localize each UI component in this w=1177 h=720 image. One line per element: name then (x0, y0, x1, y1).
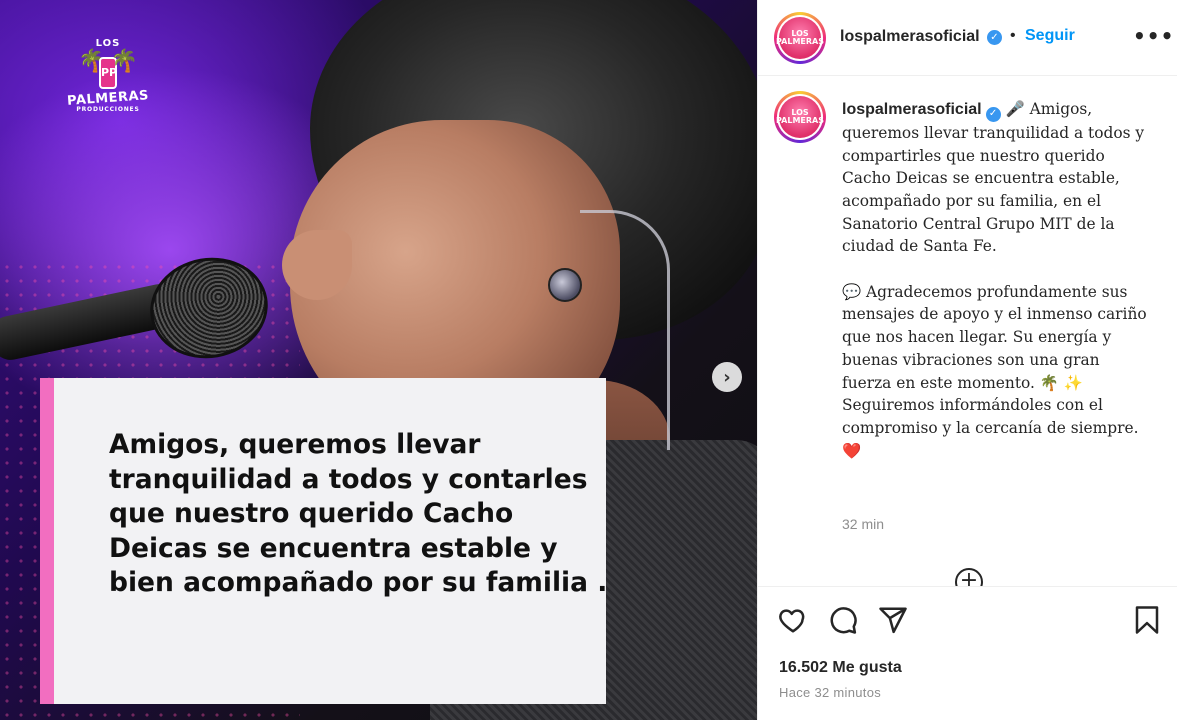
separator-dot: • (1010, 27, 1016, 44)
comments-area[interactable]: LOS PALMERAS lospalmerasoficial ✓ 🎤 Amigo… (758, 76, 1177, 586)
caption-time: 32 min (842, 516, 885, 532)
next-slide-button[interactable]: › (712, 362, 742, 392)
follow-button[interactable]: Seguir (1025, 27, 1075, 45)
quote-card: Amigos, queremos llevar tranquilidad a t… (40, 378, 608, 704)
avatar-image: LOS PALMERAS (776, 96, 824, 138)
share-icon[interactable] (878, 605, 908, 635)
verified-badge-icon: ✓ (985, 106, 1001, 122)
post-time-ago[interactable]: Hace 32 minutos (779, 685, 881, 700)
caption-paragraph-1: 🎤 Amigos, queremos llevar tranquilidad a… (842, 100, 1145, 256)
caption-paragraph-3: Seguiremos informándoles con el compromi… (842, 396, 1139, 460)
logo-los: LOS (95, 38, 121, 49)
likes-count[interactable]: 16.502 Me gusta (779, 659, 902, 677)
post-side-panel: LOS PALMERAS lospalmerasoficial ✓ • Segu… (757, 0, 1177, 720)
heart-icon[interactable] (778, 605, 808, 635)
caption-avatar[interactable]: LOS PALMERAS (774, 91, 826, 143)
comment-icon[interactable] (828, 605, 858, 635)
avatar-image: LOS PALMERAS (776, 17, 824, 59)
in-ear-monitor (548, 268, 582, 302)
action-bar: 16.502 Me gusta Hace 32 minutos (758, 586, 1177, 720)
caption-username[interactable]: lospalmerasoficial (842, 101, 982, 118)
header-username[interactable]: lospalmerasoficial (840, 28, 980, 46)
post-header: LOS PALMERAS lospalmerasoficial ✓ • Segu… (758, 0, 1177, 76)
verified-badge-icon: ✓ (987, 30, 1002, 45)
bookmark-icon[interactable] (1132, 605, 1162, 635)
los-palmeras-logo: LOS 🌴 PP 🌴 PALMERAS PRODUCCIONES (58, 38, 158, 148)
caption-paragraph-2: 💬 Agradecemos profundamente sus mensajes… (842, 282, 1147, 392)
more-options-icon[interactable]: ••• (1133, 24, 1174, 48)
post-image[interactable]: LOS 🌴 PP 🌴 PALMERAS PRODUCCIONES Amigos,… (0, 0, 757, 720)
post-caption: lospalmerasoficial ✓ 🎤 Amigos, queremos l… (842, 98, 1152, 462)
chevron-right-icon: › (723, 366, 731, 388)
avatar[interactable]: LOS PALMERAS (774, 12, 826, 64)
quote-text: Amigos, queremos llevar tranquilidad a t… (109, 429, 608, 598)
singer-nose (282, 230, 352, 300)
palm-tree-icon: 🌴 (110, 49, 138, 74)
load-more-comments-icon[interactable]: + (955, 568, 983, 586)
logo-emblem: 🌴 PP 🌴 (78, 51, 138, 91)
